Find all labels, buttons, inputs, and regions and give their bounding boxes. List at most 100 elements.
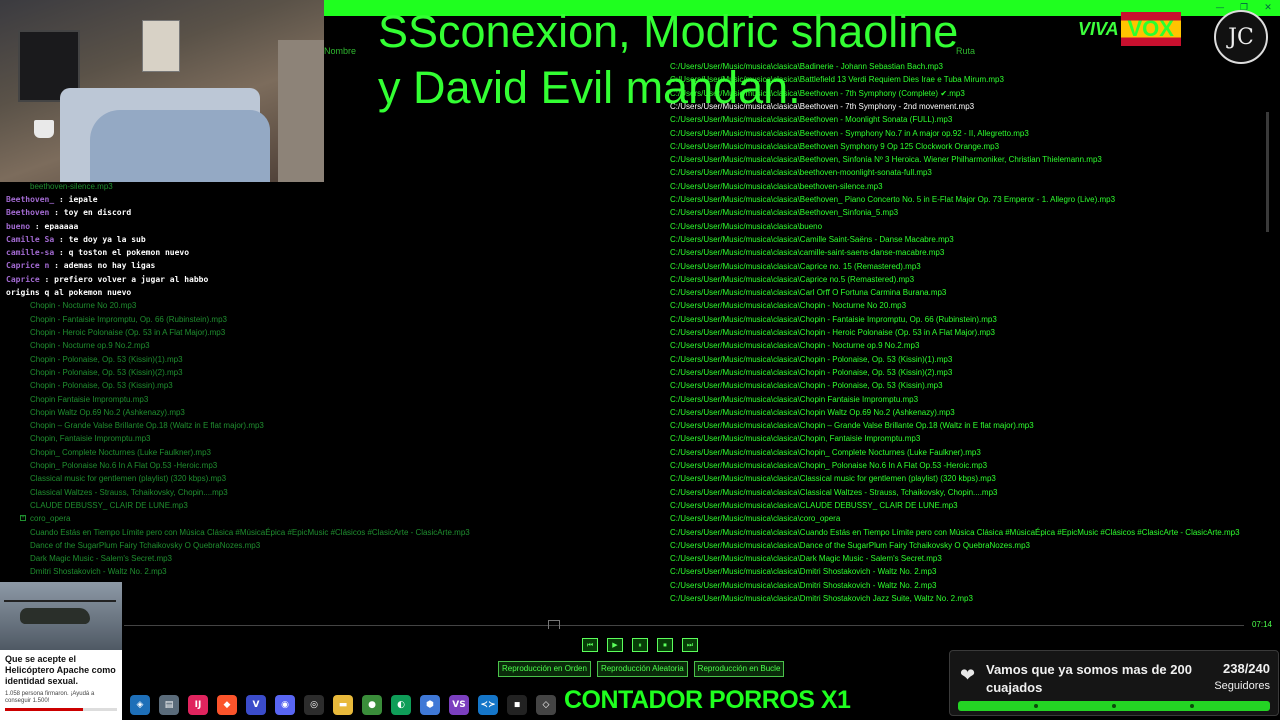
file-row[interactable]: Chopin - Polonaise, Op. 53 (Kissin)(1).m… (0, 353, 1272, 366)
file-row[interactable]: + coro_opera C:/Users/User/Music/musica\cl… (0, 512, 1272, 525)
vertical-scrollbar[interactable] (1266, 60, 1272, 606)
file-path: C:/Users/User/Music/musica\clasica\Chopi… (670, 341, 920, 351)
chat-username: Beethoven (6, 208, 50, 218)
play-button[interactable]: ▶ (607, 638, 623, 652)
chat-username: bueno (6, 221, 31, 231)
file-row[interactable]: Chopin - Nocturne No 20.mp3 C:/Users/User… (0, 299, 1272, 312)
intellij-icon[interactable]: IJ (188, 695, 208, 715)
file-name: Classical Waltzes - Strauss, Tchaikovsky… (30, 487, 228, 497)
file-row[interactable]: Chopin - Polonaise, Op. 53 (Kissin).mp3 C… (0, 379, 1272, 392)
file-name: Chopin - Polonaise, Op. 53 (Kissin)(2).m… (30, 367, 183, 377)
file-path: C:/Users/User/Music/musica\clasica\Chopi… (670, 354, 953, 364)
webcam-mug (34, 120, 54, 138)
counter-banner: CONTADOR PORROS X1 (564, 686, 851, 714)
file-path: C:/Users/User/Music/musica\clasica\Chopi… (670, 434, 921, 444)
expand-icon[interactable]: + (20, 515, 26, 522)
green-app-icon[interactable]: ◐ (391, 695, 411, 715)
file-row[interactable]: Chopin - Nocturne op.9 No.2.mp3 C:/Users/… (0, 339, 1272, 352)
file-row[interactable]: uite, Waltz No. 2.mp3C:/Users/User/Music… (0, 592, 1272, 605)
file-path: C:/Users/User/Music/musica\clasica\Beeth… (670, 128, 1029, 138)
chat-text: : te doy ya la sub (54, 234, 146, 244)
playback-modes: Reproducción en Orden Reproducción Aleat… (498, 661, 785, 677)
file-row[interactable]: Chopin Waltz Op.69 No.2 (Ashkenazy).mp3 C… (0, 406, 1272, 419)
file-row[interactable]: Chopin_ Polonaise No.6 In A Flat Op.53 -… (0, 459, 1272, 472)
petition-notification: Que se acepte el Helicóptero Apache como… (0, 582, 122, 720)
file-path: C:/Users/User/Music/musica\clasica\Beeth… (670, 195, 1116, 204)
file-path: C:/Users/User/Music/musica\clasica\camil… (670, 248, 945, 258)
seek-bar[interactable] (124, 625, 1244, 626)
chat-message: Caprice n : ademas no hay ligas (6, 259, 336, 272)
previous-button[interactable]: ⏮ (582, 638, 598, 652)
chat-message: Beethoven : toy en discord (6, 206, 336, 219)
discord-icon[interactable]: ◉ (275, 695, 295, 715)
file-row[interactable]: Dark Magic Music - Salem's Secret.mp3 C:/… (0, 552, 1272, 565)
chat-text: : epaaaaa (30, 221, 79, 231)
mode-loop-button[interactable]: Reproducción en Bucle (693, 661, 785, 677)
file-row[interactable]: Chopin Fantaisie Impromptu.mp3 C:/Users/U… (0, 393, 1272, 406)
v-icon[interactable]: V (246, 695, 266, 715)
next-button[interactable]: ⏭ (682, 638, 698, 652)
epic-icon[interactable]: ◾ (507, 695, 527, 715)
chat-overlay: Beethoven_ : iepale Beethoven : toy en di… (6, 193, 336, 299)
mode-shuffle-button[interactable]: Reproducción Aleatoria (596, 661, 688, 677)
file-row[interactable]: Cuando Estás en Tiempo Límite pero con M… (0, 526, 1272, 539)
seek-handle[interactable] (548, 620, 560, 629)
file-name: Chopin Fantaisie Impromptu.mp3 (30, 394, 149, 404)
file-name: Chopin_ Polonaise No.6 In A Flat Op.53 -… (30, 461, 218, 470)
chat-text: : q toston el pokemon nuevo (54, 248, 190, 258)
file-row[interactable]: Classical music for gentlemen (playlist)… (0, 472, 1272, 485)
file-path: C:/Users/User/Music/musica\clasica\Chopi… (670, 314, 997, 324)
file-name: CLAUDE DEBUSSY_ CLAIR DE LUNE.mp3 (30, 500, 188, 510)
file-row[interactable]: Chopin - Fantaisie Impromptu, Op. 66 (Ru… (0, 313, 1272, 326)
vs-icon[interactable]: VS (449, 695, 469, 715)
folder-icon[interactable]: ▬ (333, 695, 353, 715)
file-path: C:/Users/User/Music/musica\clasica\Chopi… (670, 381, 943, 391)
chat-text: : toy en discord (49, 208, 132, 218)
notepad-icon[interactable]: ▤ (159, 695, 179, 715)
helicopter-rotor (4, 600, 116, 602)
file-path: C:/Users/User/Music/musica\clasica\bueno (670, 221, 823, 231)
file-row[interactable]: CLAUDE DEBUSSY_ CLAIR DE LUNE.mp3 C:/User… (0, 499, 1272, 512)
app-icon[interactable]: ◈ (130, 695, 150, 715)
chat-username: Caprice n (6, 261, 50, 271)
follower-count: 238/240 (1223, 661, 1270, 676)
follower-goal-message: Vamos que ya somos mas de 200 cuajados (986, 662, 1192, 695)
file-row[interactable]: Chopin_ Complete Nocturnes (Luke Faulkne… (0, 446, 1272, 459)
file-row[interactable]: Chopin - Heroic Polonaise (Op. 53 in A F… (0, 326, 1272, 339)
chat-message: Caprice : prefiero volver a jugar al hab… (6, 273, 336, 286)
file-row[interactable]: Dmitri Shostakovich - Waltz No. 2.mp3 C:/… (0, 565, 1272, 578)
file-row[interactable]: Chopin - Polonaise, Op. 53 (Kissin)(2).m… (0, 366, 1272, 379)
file-path: C:/Users/User/Music/musica\clasica\Chopi… (670, 394, 919, 404)
goal-marker (1112, 704, 1116, 708)
file-row[interactable]: Chopin – Grande Valse Brillante Op.18 (W… (0, 419, 1272, 432)
scrollbar-thumb[interactable] (1266, 112, 1269, 232)
petition-progress (5, 708, 117, 711)
chat-message: bueno : epaaaaa (6, 220, 336, 233)
pause-button[interactable]: ⏸ (632, 638, 648, 652)
file-row[interactable]: Chopin, Fantaisie Impromptu.mp3 C:/Users/… (0, 432, 1272, 445)
petition-headline: Que se acepte el Helicóptero Apache como… (5, 654, 116, 686)
chrome-icon[interactable]: ● (362, 695, 382, 715)
mode-ordered-button[interactable]: Reproducción en Orden (498, 661, 591, 677)
chat-text: origins q al pokemon nuevo (6, 288, 132, 298)
file-path: C:/Users/User/Music/musica\clasica\Dmitr… (670, 567, 937, 577)
file-path: C:/Users/User/Music/musica\clasica\beeth… (670, 181, 883, 191)
file-row[interactable]: Classical Waltzes - Strauss, Tchaikovsky… (0, 486, 1272, 499)
close-button[interactable]: ✕ (1256, 0, 1280, 16)
file-path: C:/Users/User/Music/musica\clasica\Class… (670, 487, 998, 497)
file-path: C:/Users/User/Music/musica\clasica\beeth… (670, 168, 932, 178)
vscode-icon[interactable]: ≺≻ (478, 695, 498, 715)
file-row[interactable]: Dance of the SugarPlum Fairy Tchaikovsky… (0, 539, 1272, 552)
file-name: Classical music for gentlemen (playlist)… (30, 474, 227, 484)
chat-text: : iepale (54, 195, 98, 204)
unity-icon[interactable]: ◇ (536, 695, 556, 715)
stop-button[interactable]: ⏹ (657, 638, 673, 652)
brave-icon[interactable]: ◆ (217, 695, 237, 715)
column-header-name[interactable]: Nombre (324, 46, 356, 56)
file-path: C:/Users/User/Music/musica\clasica\Beeth… (670, 208, 899, 218)
cube-icon[interactable]: ⬢ (420, 695, 440, 715)
obs-icon[interactable]: ◎ (304, 695, 324, 715)
file-row[interactable]: tz No. 2.mp3C:/Users/User/Music/musica\c… (0, 579, 1272, 592)
column-header-path[interactable]: Ruta (956, 46, 975, 56)
vox-logo-viva: VIVA (1078, 18, 1119, 39)
